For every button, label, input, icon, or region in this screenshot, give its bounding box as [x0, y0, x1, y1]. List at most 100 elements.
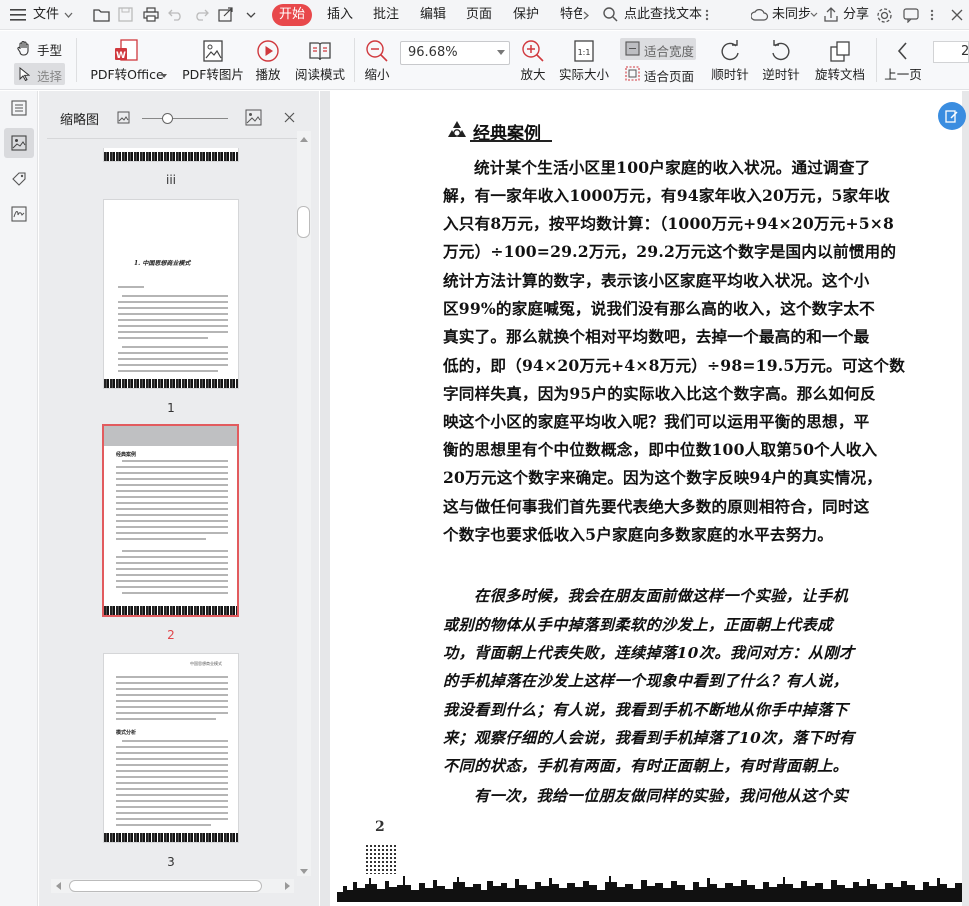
chevron-down-icon[interactable] — [64, 12, 73, 18]
feedback-icon[interactable] — [903, 8, 919, 23]
share-icon[interactable] — [823, 7, 839, 23]
paragraph-line: 解，有一家年收入1000万元，有94家年收入20万元，5家年收 — [443, 186, 890, 205]
thumbnail-page[interactable]: 中国思想商业模式 模式分析 — [103, 653, 239, 843]
zoom-out-icon — [365, 39, 389, 67]
actual-size-button[interactable]: 1:1 实际大小 — [558, 35, 610, 87]
zoom-level-input[interactable]: 96.68% — [400, 41, 510, 65]
thumbnail-page[interactable] — [103, 148, 239, 162]
read-mode-button[interactable]: 阅读模式 — [294, 35, 346, 87]
annotation-list-button[interactable] — [4, 164, 34, 194]
panel-title: 缩略图 — [60, 113, 100, 128]
tab-insert[interactable]: 插入 — [327, 0, 353, 30]
toolbar-divider — [76, 38, 77, 82]
tab-start[interactable]: 开始 — [272, 4, 312, 26]
scroll-down-arrow-icon[interactable] — [300, 869, 308, 874]
tab-protect[interactable]: 保护 — [513, 0, 539, 30]
sync-status[interactable]: 未同步 — [772, 0, 811, 30]
paragraph-line: 映这个小区的家庭平均收入呢？我们可以运用平衡的思想，平 — [443, 412, 870, 431]
hand-tool[interactable]: 手型 — [37, 40, 62, 59]
rotate-counterclockwise-button[interactable]: 逆时针 — [760, 35, 802, 87]
zoom-in-button[interactable]: 放大 — [518, 35, 548, 87]
paragraph-line: 低的，即（94×20万元+4×8万元）÷98=19.5万元。可这个数 — [443, 356, 906, 375]
menu-bar: 文件 开始 插入 批注 编辑 页面 保护 特色 点此查找文本 未同步 分享 — [0, 0, 969, 30]
small-thumbnail-icon[interactable] — [117, 111, 130, 124]
paragraph-line: 来；观察仔细的人会说，我看到手机掉落了10次，落下时有 — [443, 729, 855, 747]
export-icon[interactable] — [218, 7, 234, 23]
thumbnail-page-label: 1 — [167, 401, 175, 415]
previous-page-button[interactable]: 上一页 — [882, 35, 924, 87]
thumbnail-page-label: iii — [165, 173, 176, 187]
image-icon — [11, 135, 27, 151]
large-thumbnail-icon[interactable] — [245, 109, 262, 126]
rotate-clockwise-icon — [718, 39, 742, 67]
tab-edit[interactable]: 编辑 — [420, 0, 446, 30]
hand-icon[interactable] — [16, 40, 32, 56]
vertical-scrollbar-thumb[interactable] — [297, 206, 310, 238]
page-number-input[interactable]: 2 — [933, 41, 969, 63]
print-icon[interactable] — [143, 7, 159, 22]
signature-button[interactable] — [4, 199, 34, 229]
fit-page-icon[interactable] — [625, 66, 640, 81]
dropdown-arrow-icon[interactable] — [161, 74, 167, 78]
slider-handle[interactable] — [162, 113, 173, 124]
sync-chevron-icon[interactable] — [810, 12, 818, 18]
zoom-dropdown-icon[interactable] — [497, 48, 505, 58]
scroll-left-arrow-icon[interactable] — [56, 882, 61, 890]
tag-icon — [11, 171, 27, 187]
decorative-dots — [365, 844, 397, 874]
tabs-overflow-icon[interactable] — [583, 11, 590, 20]
thumbnail-button[interactable] — [4, 128, 34, 158]
floating-tool-button[interactable] — [938, 102, 966, 130]
settings-icon[interactable] — [876, 7, 893, 24]
zoom-out-button[interactable]: 缩小 — [362, 35, 392, 87]
paragraph-line: 字同样失真，因为95户的实际收入比这个数字高。那么如何反 — [443, 384, 876, 403]
rotate-clockwise-button[interactable]: 顺时针 — [709, 35, 751, 87]
redo-icon[interactable] — [194, 8, 209, 21]
paragraph-line: 真实了。那么就换个相对平均数吧，去掉一个最高的和一个最 — [443, 327, 870, 346]
thumbnail-heading: 模式分析 — [116, 730, 137, 736]
fit-page-button[interactable]: 适合页面 — [644, 66, 694, 85]
play-button[interactable]: 播放 — [251, 35, 285, 87]
paragraph-line: 的手机掉落在沙发上这样一个现象中看到了什么？有人说， — [443, 672, 849, 690]
vertical-scrollbar[interactable] — [297, 131, 311, 876]
more-vertical-icon[interactable] — [930, 9, 934, 21]
file-menu[interactable]: 文件 — [33, 0, 59, 30]
paragraph-line: 万元）÷100=29.2万元，29.2万元这个数字是国内以前惯用的 — [443, 242, 897, 261]
close-icon[interactable] — [284, 112, 295, 123]
rotate-document-icon — [828, 39, 852, 67]
rotate-document-button[interactable]: 旋转文档 — [812, 35, 868, 87]
share-button[interactable]: 分享 — [843, 0, 869, 30]
thumbnail-page-selected[interactable]: 经典案例 — [102, 424, 239, 617]
tab-page[interactable]: 页面 — [466, 0, 492, 30]
outline-button[interactable] — [4, 93, 34, 123]
svg-text:W: W — [116, 51, 126, 61]
close-icon[interactable] — [951, 9, 963, 21]
play-icon — [256, 39, 280, 67]
tab-feature[interactable]: 特色 — [560, 0, 582, 30]
more-vertical-icon[interactable] — [705, 9, 709, 21]
cloud-sync-icon[interactable] — [751, 7, 769, 23]
search-icon[interactable] — [603, 7, 618, 22]
scroll-up-arrow-icon[interactable] — [300, 137, 308, 142]
rotate-counterclockwise-icon — [769, 39, 793, 67]
toolbar-divider — [876, 38, 877, 82]
recycle-icon — [445, 119, 469, 143]
undo-icon[interactable] — [168, 8, 183, 21]
save-icon[interactable] — [118, 7, 133, 22]
thumbnail-size-slider[interactable] — [142, 118, 228, 119]
paragraph-line: 这与做任何事我们首先要代表绝大多数的原则相符合，同时这 — [443, 497, 870, 516]
pdf-to-image-button[interactable]: PDF转图片 — [182, 35, 244, 87]
horizontal-scrollbar-thumb[interactable] — [69, 880, 262, 892]
book-icon — [308, 39, 332, 67]
hamburger-icon[interactable] — [10, 9, 26, 21]
more-chevron-icon[interactable] — [246, 12, 256, 18]
left-sidebar — [0, 91, 38, 906]
thumbnail-page[interactable]: 1. 中国思想商业模式 — [103, 199, 239, 389]
tab-annotate[interactable]: 批注 — [373, 0, 399, 30]
scroll-right-arrow-icon[interactable] — [285, 882, 290, 890]
pdf-to-office-button[interactable]: W PDF转Office — [85, 35, 169, 87]
cursor-arrow-icon[interactable] — [19, 67, 30, 81]
search-field[interactable]: 点此查找文本 — [624, 0, 702, 30]
open-folder-icon[interactable] — [93, 7, 110, 22]
heading-underline — [470, 140, 552, 142]
